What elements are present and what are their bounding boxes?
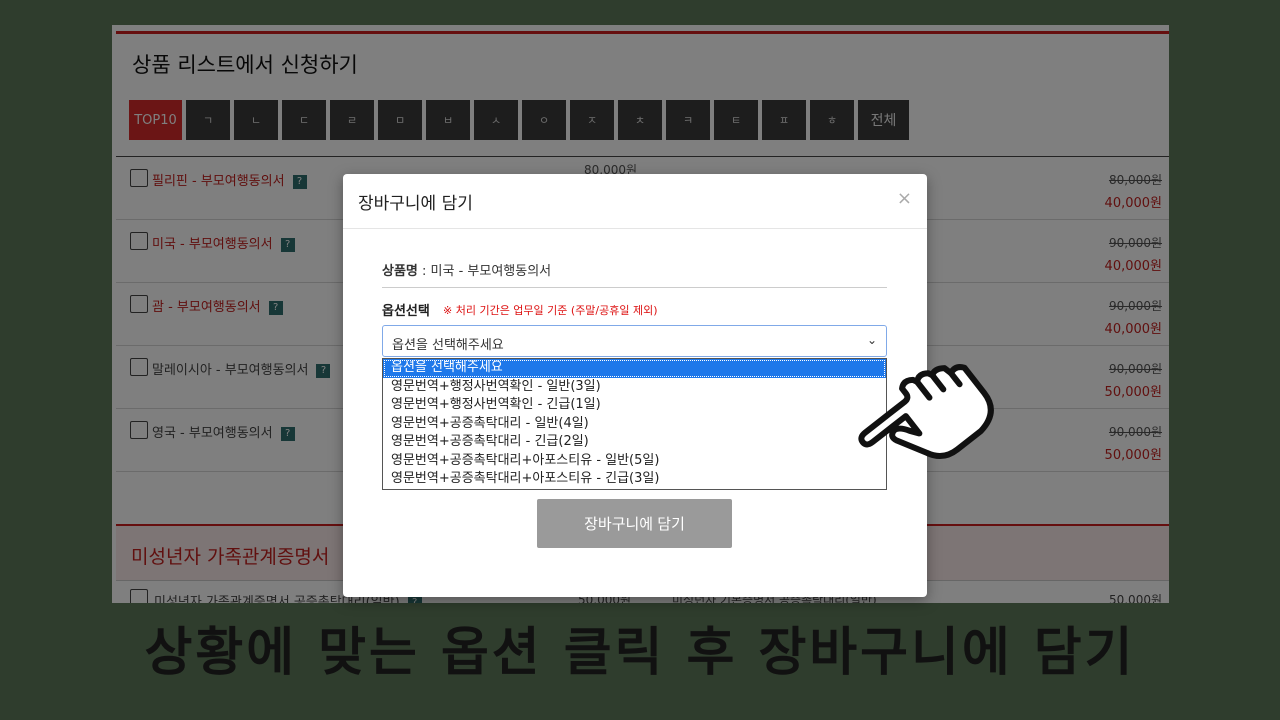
- dropdown-option[interactable]: 영문번역+공증촉탁대리+아포스티유 - 긴급(3일): [383, 470, 886, 489]
- modal-header: 장바구니에 담기 ×: [343, 174, 927, 229]
- product-name-line: 상품명 : 미국 - 부모여행동의서: [382, 260, 551, 279]
- dropdown-option[interactable]: 영문번역+행정사번역확인 - 일반(3일): [383, 378, 886, 397]
- product-value: : 미국 - 부모여행동의서: [417, 264, 552, 279]
- option-label: 옵션선택: [382, 304, 430, 319]
- caption-text: 상황에 맞는 옵션 클릭 후 장바구니에 담기: [144, 623, 1136, 683]
- option-dropdown-list: 옵션을 선택해주세요 영문번역+행정사번역확인 - 일반(3일) 영문번역+행정사번…: [382, 358, 887, 490]
- option-select[interactable]: 옵션을 선택해주세요 ⌄: [382, 325, 887, 357]
- modal-title: 장바구니에 담기: [358, 194, 473, 214]
- dropdown-option[interactable]: 영문번역+공증촉탁대리 - 일반(4일): [383, 415, 886, 434]
- dropdown-option[interactable]: 영문번역+공증촉탁대리 - 긴급(2일): [383, 433, 886, 452]
- product-label: 상품명: [382, 264, 418, 279]
- select-value: 옵션을 선택해주세요: [392, 338, 504, 353]
- divider: [382, 287, 887, 288]
- dropdown-option[interactable]: 옵션을 선택해주세요: [383, 359, 886, 378]
- close-icon[interactable]: ×: [897, 188, 912, 209]
- dropdown-option[interactable]: 영문번역+공증촉탁대리+아포스티유 - 일반(5일): [383, 452, 886, 471]
- dropdown-option[interactable]: 영문번역+행정사번역확인 - 긴급(1일): [383, 396, 886, 415]
- hand-pointer-icon: [840, 335, 1000, 479]
- add-to-cart-button[interactable]: 장바구니에 담기: [537, 499, 732, 548]
- processing-note: ※ 처리 기간은 업무일 기준 (주말/공휴일 제외): [443, 304, 658, 317]
